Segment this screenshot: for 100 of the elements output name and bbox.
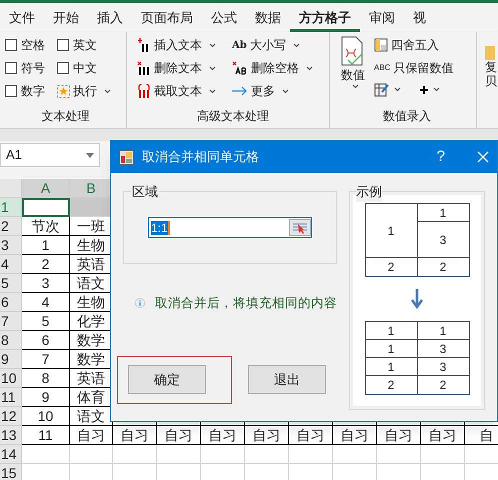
caret-icon <box>306 66 313 70</box>
ribbon-tab[interactable]: 数据 <box>246 3 290 32</box>
row-header[interactable]: 3 <box>0 236 22 255</box>
table-cell: 10 <box>22 407 70 426</box>
ribbon-tab[interactable]: 页面布局 <box>132 3 202 32</box>
ok-button[interactable]: 确定 <box>128 365 206 394</box>
row-header[interactable]: 10 <box>0 369 22 388</box>
ribbon-tab[interactable]: 视 <box>404 3 435 32</box>
table-cell: 自习 <box>245 426 289 445</box>
grid-cell <box>70 445 113 464</box>
caret-icon <box>209 42 216 48</box>
group-title: 文本处理 <box>40 108 90 125</box>
row-header[interactable]: 12 <box>0 407 22 426</box>
row-header[interactable]: 5 <box>0 274 22 293</box>
grid-cell <box>421 445 465 464</box>
name-box[interactable]: A1 <box>0 143 100 167</box>
delete-text-icon <box>137 61 151 75</box>
table-cell-text: 2 <box>388 259 394 276</box>
help-button[interactable]: ? <box>436 146 445 168</box>
row-header[interactable]: 8 <box>0 331 22 350</box>
ribbon-button[interactable]: ABC 只保留数值 <box>374 59 454 77</box>
execute-button[interactable]: 执行 <box>57 82 127 100</box>
ribbon-button[interactable]: 插入文本 <box>137 36 232 54</box>
grid-cell <box>113 445 157 464</box>
table-cell: 自习 <box>201 426 245 445</box>
table-pencil-icon <box>374 82 390 97</box>
table-cell-text: 1 <box>388 341 394 358</box>
table-edit-button[interactable] <box>374 82 401 97</box>
plus-button[interactable] <box>419 84 440 94</box>
grid-cell <box>245 445 289 464</box>
checkbox[interactable] <box>5 39 17 51</box>
table-cell: 1 <box>22 236 70 255</box>
table-cell-text: 3 <box>440 359 446 376</box>
cut-text-icon <box>137 84 151 98</box>
column-header[interactable]: A <box>22 179 70 198</box>
ribbon-button[interactable]: 删除文本 <box>137 59 232 77</box>
ribbon-tab[interactable]: 开始 <box>44 3 88 32</box>
delete-space-icon <box>232 61 248 75</box>
column-header[interactable]: B <box>70 179 113 198</box>
table-cell-text: 2 <box>388 377 394 394</box>
exit-button[interactable]: 退出 <box>248 365 326 394</box>
ribbon-tab[interactable]: 公式 <box>202 3 246 32</box>
checkbox[interactable] <box>5 62 17 74</box>
star-icon <box>57 84 70 98</box>
ribbon-button[interactable]: 更多 <box>232 82 322 100</box>
row-header[interactable]: 2 <box>0 217 22 236</box>
checkbox-label: 英文 <box>73 37 97 54</box>
table-cell: 自习 <box>377 426 421 445</box>
table-cell: 4 <box>22 293 70 312</box>
caret-icon <box>292 42 300 48</box>
table-cell-text: 2 <box>440 377 446 394</box>
row-header[interactable]: 9 <box>0 350 22 369</box>
close-icon[interactable] <box>477 151 489 163</box>
table-cell-text: 1 <box>440 323 446 340</box>
table-cell-text: 1 <box>388 222 394 240</box>
ribbon-tab[interactable]: 插入 <box>88 3 132 32</box>
ribbon-button[interactable]: 删除空格 <box>232 59 322 77</box>
checkbox-label: 中文 <box>73 60 97 77</box>
grid-cell <box>157 445 201 464</box>
ribbon-tab[interactable]: 审阅 <box>360 3 404 32</box>
insert-text-icon <box>137 38 151 52</box>
row-header[interactable]: 15 <box>0 464 22 480</box>
caret-icon <box>394 87 401 92</box>
row-header[interactable]: 7 <box>0 312 22 331</box>
checkbox[interactable] <box>57 39 69 51</box>
ribbon-button[interactable]: 四舍五入 <box>374 36 454 54</box>
ribbon-label: 复 <box>485 60 497 74</box>
ribbon-button[interactable]: 截取文本 <box>137 82 232 100</box>
checkbox-label: 数字 <box>21 83 45 100</box>
row-header[interactable]: 6 <box>0 293 22 312</box>
table-cell: 自 <box>465 426 498 445</box>
checkbox-label: 符号 <box>21 60 45 77</box>
ribbon-tab[interactable]: 文件 <box>0 3 44 32</box>
grid-cell <box>201 445 245 464</box>
grid-cell <box>333 445 377 464</box>
abc-icon: ABC <box>374 62 390 74</box>
table-cell: 自习 <box>70 426 113 445</box>
table-cell-text: 1 <box>388 323 394 340</box>
arrow-right-icon <box>232 86 248 96</box>
table-cell: 11 <box>22 426 70 445</box>
grid-cell <box>22 198 70 217</box>
value-button[interactable]: 数值 <box>338 36 368 97</box>
table-cell: 7 <box>22 350 70 369</box>
table-cell: 自习 <box>113 426 157 445</box>
row-header[interactable]: 13 <box>0 426 22 445</box>
row-header[interactable]: 1 <box>0 198 22 217</box>
table-cell: 3 <box>22 274 70 293</box>
grid-cell <box>70 198 113 217</box>
ribbon-button[interactable]: Ab 大小写 <box>232 36 322 54</box>
row-header[interactable]: 11 <box>0 388 22 407</box>
checkbox[interactable] <box>57 62 69 74</box>
table-cell-text: 1 <box>440 204 446 222</box>
range-select-icon[interactable] <box>289 219 311 236</box>
caret-icon <box>282 88 289 94</box>
checkbox[interactable] <box>5 85 17 97</box>
table-cell: 自习 <box>289 426 333 445</box>
caret-icon <box>352 84 358 89</box>
row-header[interactable]: 4 <box>0 255 22 274</box>
range-input[interactable]: 1:1 <box>148 217 312 238</box>
row-header[interactable]: 14 <box>0 445 22 464</box>
